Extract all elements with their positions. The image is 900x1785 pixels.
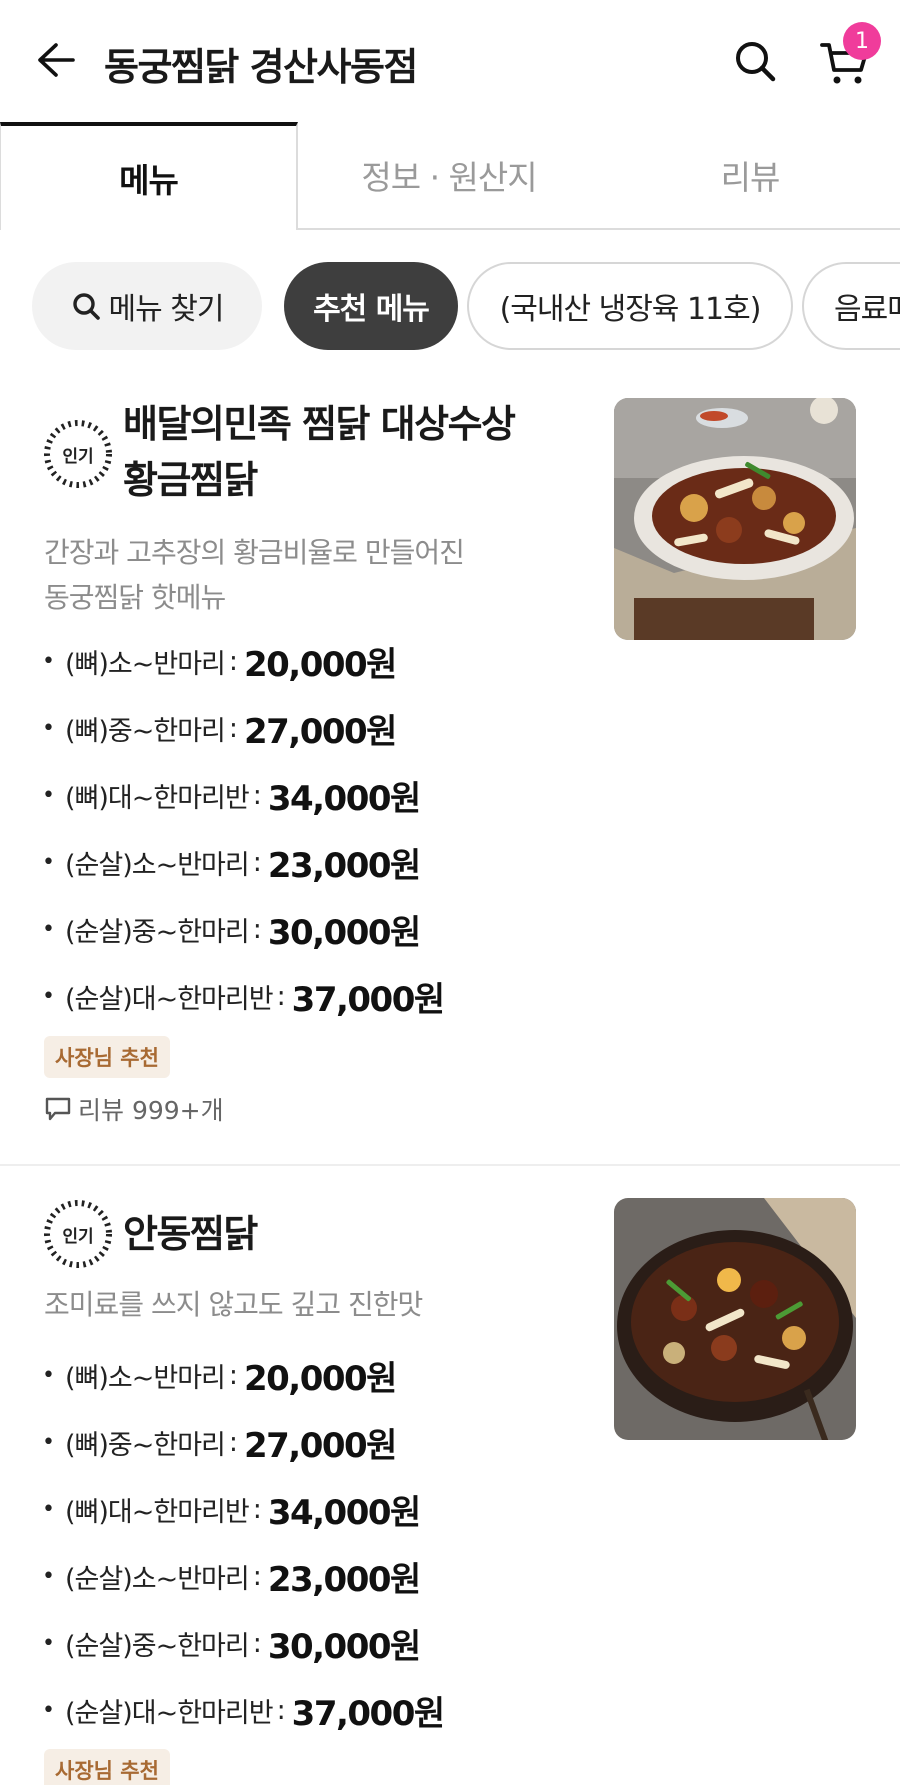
cart-count-badge: 1 [843, 22, 881, 60]
price-option: (순살)중~한마리 [64, 917, 250, 948]
back-arrow-icon[interactable] [34, 38, 78, 82]
price-option: (뼈)소~반마리 [64, 649, 226, 680]
menu-item-description: 조미료를 쓰지 않고도 깊고 진한맛 [44, 1282, 544, 1327]
price-option: (뼈)중~한마리 [64, 716, 226, 747]
price-value: 27,000원 [243, 1426, 397, 1466]
price-option: (순살)대~한마리반 [64, 984, 274, 1015]
search-icon[interactable] [730, 36, 780, 86]
menu-search-chip[interactable]: 메뉴 찾기 [32, 262, 262, 350]
app-header: 동궁찜닭 경산사동점 1 [0, 0, 900, 120]
price-list: • (뼈)소~반마리:20,000원 • (뼈)중~한마리:27,000원 • (뼈)… [42, 628, 445, 1030]
price-option: (뼈)대~한마리반 [64, 1497, 250, 1528]
popular-badge: 인기 [42, 1198, 114, 1270]
price-value: 37,000원 [291, 980, 445, 1020]
speech-bubble-icon [45, 1097, 71, 1121]
menu-item-name-line: 배달의민족 찜닭 대상수상 [123, 402, 516, 446]
popular-badge-label: 인기 [62, 446, 94, 467]
tab-reviews[interactable]: 리뷰 [600, 122, 900, 228]
owner-recommend-tag: 사장님 추천 [44, 1036, 170, 1078]
price-row: • (뼈)대~한마리반:34,000원 [42, 762, 444, 829]
price-option: (뼈)소~반마리 [64, 1363, 226, 1394]
description-line: 동궁찜닭 핫메뉴 [44, 581, 226, 614]
menu-item-name-line: 안동찜닭 [123, 1212, 258, 1256]
menu-item-name-line: 황금찜닭 [123, 458, 258, 502]
store-tabs: 메뉴 정보 · 원산지 리뷰 [0, 122, 900, 230]
price-value: 37,000원 [291, 1694, 445, 1734]
menu-item-photo[interactable] [614, 398, 856, 640]
price-value: 23,000원 [267, 1560, 421, 1600]
price-option: (뼈)대~한마리반 [64, 783, 250, 814]
menu-search-label: 메뉴 찾기 [108, 292, 225, 327]
tab-info-origin[interactable]: 정보 · 원산지 [298, 122, 600, 228]
store-title: 동궁찜닭 경산사동점 [104, 45, 418, 89]
chip-domestic-chilled[interactable]: (국내산 냉장육 11호) [467, 262, 793, 350]
popular-badge: 인기 [42, 418, 114, 490]
menu-item[interactable]: 인기 배달의민족 찜닭 대상수상 황금찜닭 간장과 고추장의 황금비율로 만들어… [0, 380, 900, 1166]
price-row: • (순살)소~반마리:23,000원 [42, 829, 444, 896]
popular-badge-label: 인기 [62, 1226, 94, 1247]
price-value: 34,000원 [267, 1493, 421, 1533]
chip-recommended[interactable]: 추천 메뉴 [284, 262, 458, 350]
price-value: 20,000원 [243, 1359, 397, 1399]
price-row: • (뼈)소~반마리:20,000원 [42, 1342, 444, 1409]
menu-item-description: 간장과 고추장의 황금비율로 만들어진 동궁찜닭 핫메뉴 [44, 530, 544, 620]
owner-recommend-tag: 사장님 추천 [44, 1749, 170, 1785]
price-row: • (뼈)중~한마리:27,000원 [42, 695, 444, 762]
menu-item[interactable]: 인기 안동찜닭 조미료를 쓰지 않고도 깊고 진한맛 • (뼈)소~반마리:20,… [0, 1180, 900, 1785]
price-value: 27,000원 [243, 712, 397, 752]
price-value: 23,000원 [267, 846, 421, 886]
menu-item-name: 안동찜닭 [123, 1206, 553, 1262]
price-option: (순살)소~반마리 [64, 850, 250, 881]
review-count[interactable]: 리뷰 999+개 [44, 1091, 224, 1127]
price-option: (뼈)중~한마리 [64, 1430, 226, 1461]
price-option: (순살)중~한마리 [64, 1631, 250, 1662]
price-row: • (뼈)중~한마리:27,000원 [42, 1409, 444, 1476]
price-row: • (순살)대~한마리반:37,000원 [42, 1677, 445, 1744]
menu-item-photo[interactable] [614, 1198, 856, 1440]
price-value: 30,000원 [267, 1627, 421, 1667]
price-option: (순살)대~한마리반 [64, 1698, 274, 1729]
search-icon [72, 293, 100, 320]
price-row: • (순살)대~한마리반:37,000원 [42, 963, 445, 1030]
price-row: • (순살)소~반마리:23,000원 [42, 1543, 444, 1610]
description-line: 조미료를 쓰지 않고도 깊고 진한맛 [44, 1288, 423, 1321]
price-option: (순살)소~반마리 [64, 1564, 250, 1595]
price-row: • (뼈)대~한마리반:34,000원 [42, 1476, 444, 1543]
price-list: • (뼈)소~반마리:20,000원 • (뼈)중~한마리:27,000원 • (뼈)… [42, 1342, 445, 1744]
description-line: 간장과 고추장의 황금비율로 만들어진 [44, 536, 465, 569]
price-value: 20,000원 [243, 645, 397, 685]
price-row: • (순살)중~한마리:30,000원 [42, 1610, 444, 1677]
chip-drinks[interactable]: 음료메뉴 [802, 262, 900, 350]
price-value: 30,000원 [267, 913, 421, 953]
menu-item-name: 배달의민족 찜닭 대상수상 황금찜닭 [123, 396, 553, 508]
price-row: • (순살)중~한마리:30,000원 [42, 896, 444, 963]
category-chip-bar: 메뉴 찾기 추천 메뉴 (국내산 냉장육 11호) 음료메뉴 [0, 262, 900, 350]
price-row: • (뼈)소~반마리:20,000원 [42, 628, 444, 695]
price-value: 34,000원 [267, 779, 421, 819]
tab-menu[interactable]: 메뉴 [0, 122, 298, 230]
review-count-label: 리뷰 999+개 [78, 1096, 224, 1125]
